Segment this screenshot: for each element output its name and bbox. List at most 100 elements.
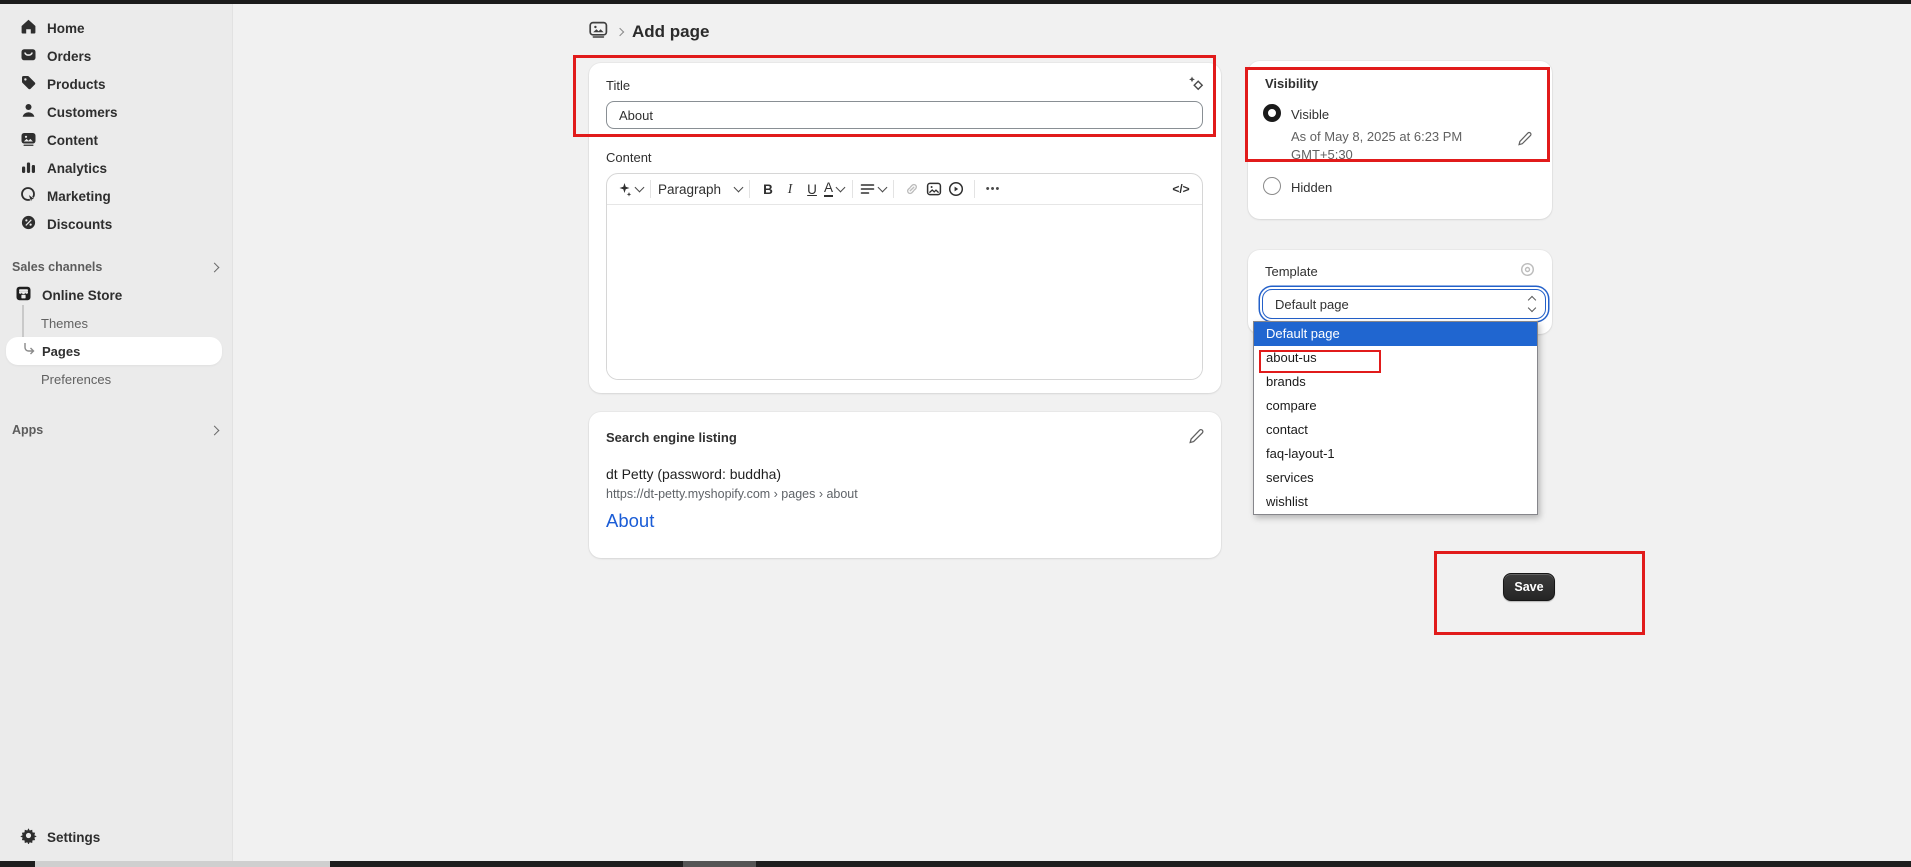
rich-text-editor: Paragraph B I U A (606, 173, 1203, 380)
code-view-button[interactable]: </> (1170, 177, 1192, 201)
ai-assist-button[interactable] (617, 177, 643, 201)
scrollbar-segment (683, 861, 756, 867)
eye-icon (1519, 261, 1536, 283)
sidebar-item-settings[interactable]: Settings (0, 823, 232, 851)
alignment-button[interactable] (860, 177, 886, 201)
sidebar-item-label: Pages (42, 344, 80, 359)
main-nav: Home Orders Products Customers Content A… (0, 4, 232, 238)
template-select[interactable]: Default page (1262, 289, 1546, 319)
insert-image-button[interactable] (923, 177, 945, 201)
text-color-label: A (824, 181, 833, 197)
sidebar-item-products[interactable]: Products (0, 70, 232, 98)
dropdown-option-compare[interactable]: compare (1254, 394, 1537, 418)
text-color-button[interactable]: A (823, 177, 845, 201)
dropdown-option-default-page[interactable]: Default page (1254, 322, 1537, 346)
sidebar-item-content[interactable]: Content (0, 126, 232, 154)
ai-sparkle-icon[interactable] (1187, 75, 1205, 98)
sidebar-item-label: Products (47, 77, 106, 92)
visibility-card: Visibility Visible As of May 8, 2025 at … (1248, 61, 1552, 219)
branch-arrow-icon (23, 343, 36, 359)
play-circle-icon (948, 181, 964, 197)
image-icon (926, 181, 942, 197)
chevron-right-icon (210, 262, 220, 272)
link-icon (904, 181, 920, 197)
sales-channels-header[interactable]: Sales channels (0, 253, 232, 281)
page-type-icon[interactable] (589, 20, 608, 44)
chevron-down-icon (836, 183, 846, 193)
sidebar-item-label: Discounts (47, 217, 112, 232)
hidden-radio-label[interactable]: Hidden (1291, 180, 1332, 195)
breadcrumb-separator-icon (616, 28, 624, 36)
pencil-icon[interactable] (1517, 131, 1532, 151)
dropdown-option-contact[interactable]: contact (1254, 418, 1537, 442)
chevron-down-icon (734, 183, 744, 193)
content-field-label: Content (606, 150, 652, 165)
sidebar-item-label: Analytics (47, 161, 107, 176)
page-form-card: Title Content Paragraph B I U A (589, 63, 1221, 393)
dropdown-option-wishlist[interactable]: wishlist (1254, 490, 1537, 514)
editor-content-area[interactable] (607, 205, 1202, 380)
apps-label: Apps (12, 423, 43, 437)
marketing-icon (20, 186, 37, 206)
sidebar-item-themes[interactable]: Themes (0, 309, 232, 337)
shopify-admin-add-page: Home Orders Products Customers Content A… (0, 0, 1911, 867)
sidebar-item-preferences[interactable]: Preferences (0, 365, 232, 393)
dropdown-option-about-us[interactable]: about-us (1254, 346, 1537, 370)
paragraph-style-dropdown[interactable]: Paragraph (658, 177, 742, 201)
seo-card: Search engine listing dt Petty (password… (589, 412, 1221, 558)
seo-url: https://dt-petty.myshopify.com › pages ›… (606, 487, 858, 501)
horizontal-scrollbar[interactable] (0, 861, 1911, 867)
sidebar-item-label: Home (47, 21, 85, 36)
editor-toolbar: Paragraph B I U A (607, 174, 1202, 205)
save-button[interactable]: Save (1503, 573, 1555, 601)
toolbar-divider (852, 180, 853, 198)
link-button-disabled[interactable] (901, 177, 923, 201)
sales-channels-label: Sales channels (12, 260, 102, 274)
paragraph-label: Paragraph (658, 182, 721, 197)
pencil-icon[interactable] (1188, 428, 1204, 449)
more-options-button[interactable]: ••• (982, 177, 1004, 201)
breadcrumb: Add page (589, 16, 709, 48)
dropdown-option-services[interactable]: services (1254, 466, 1537, 490)
visible-radio-selected[interactable] (1263, 104, 1281, 122)
sidebar-item-pages-active[interactable]: Pages (6, 337, 222, 365)
apps-header[interactable]: Apps (0, 416, 232, 444)
store-icon (15, 285, 32, 305)
products-icon (20, 74, 37, 94)
sidebar-item-orders[interactable]: Orders (0, 42, 232, 70)
underline-button[interactable]: U (801, 177, 823, 201)
dropdown-option-brands[interactable]: brands (1254, 370, 1537, 394)
chevron-right-icon (210, 425, 220, 435)
template-dropdown: Default page about-us brands compare con… (1253, 321, 1538, 515)
hidden-radio[interactable] (1263, 177, 1281, 195)
toolbar-divider (974, 180, 975, 198)
scrollbar-thumb[interactable] (35, 861, 330, 867)
toolbar-divider (749, 180, 750, 198)
dropdown-option-faq-layout-1[interactable]: faq-layout-1 (1254, 442, 1537, 466)
italic-button[interactable]: I (779, 177, 801, 201)
sidebar-item-online-store[interactable]: Online Store (0, 281, 232, 309)
sidebar-item-customers[interactable]: Customers (0, 98, 232, 126)
content-icon (20, 130, 37, 150)
insert-video-button[interactable] (945, 177, 967, 201)
window-top-strip (0, 0, 1911, 4)
seo-card-title: Search engine listing (606, 430, 737, 445)
orders-icon (20, 46, 37, 66)
sidebar-item-marketing[interactable]: Marketing (0, 182, 232, 210)
chevron-down-icon (635, 183, 645, 193)
sidebar-item-home[interactable]: Home (0, 14, 232, 42)
seo-page-title-link[interactable]: About (606, 510, 654, 532)
gear-icon (20, 827, 37, 847)
bold-button[interactable]: B (757, 177, 779, 201)
sidebar-item-analytics[interactable]: Analytics (0, 154, 232, 182)
visible-date-note: As of May 8, 2025 at 6:23 PM GMT+5:30 (1291, 128, 1487, 164)
align-left-icon (860, 182, 875, 196)
sidebar-item-discounts[interactable]: Discounts (0, 210, 232, 238)
template-select-value: Default page (1275, 297, 1349, 312)
toolbar-divider (650, 180, 651, 198)
visible-radio-label[interactable]: Visible (1291, 107, 1329, 122)
title-field-label: Title (606, 78, 630, 93)
title-input[interactable] (606, 101, 1203, 129)
toolbar-divider (893, 180, 894, 198)
home-icon (20, 18, 37, 38)
